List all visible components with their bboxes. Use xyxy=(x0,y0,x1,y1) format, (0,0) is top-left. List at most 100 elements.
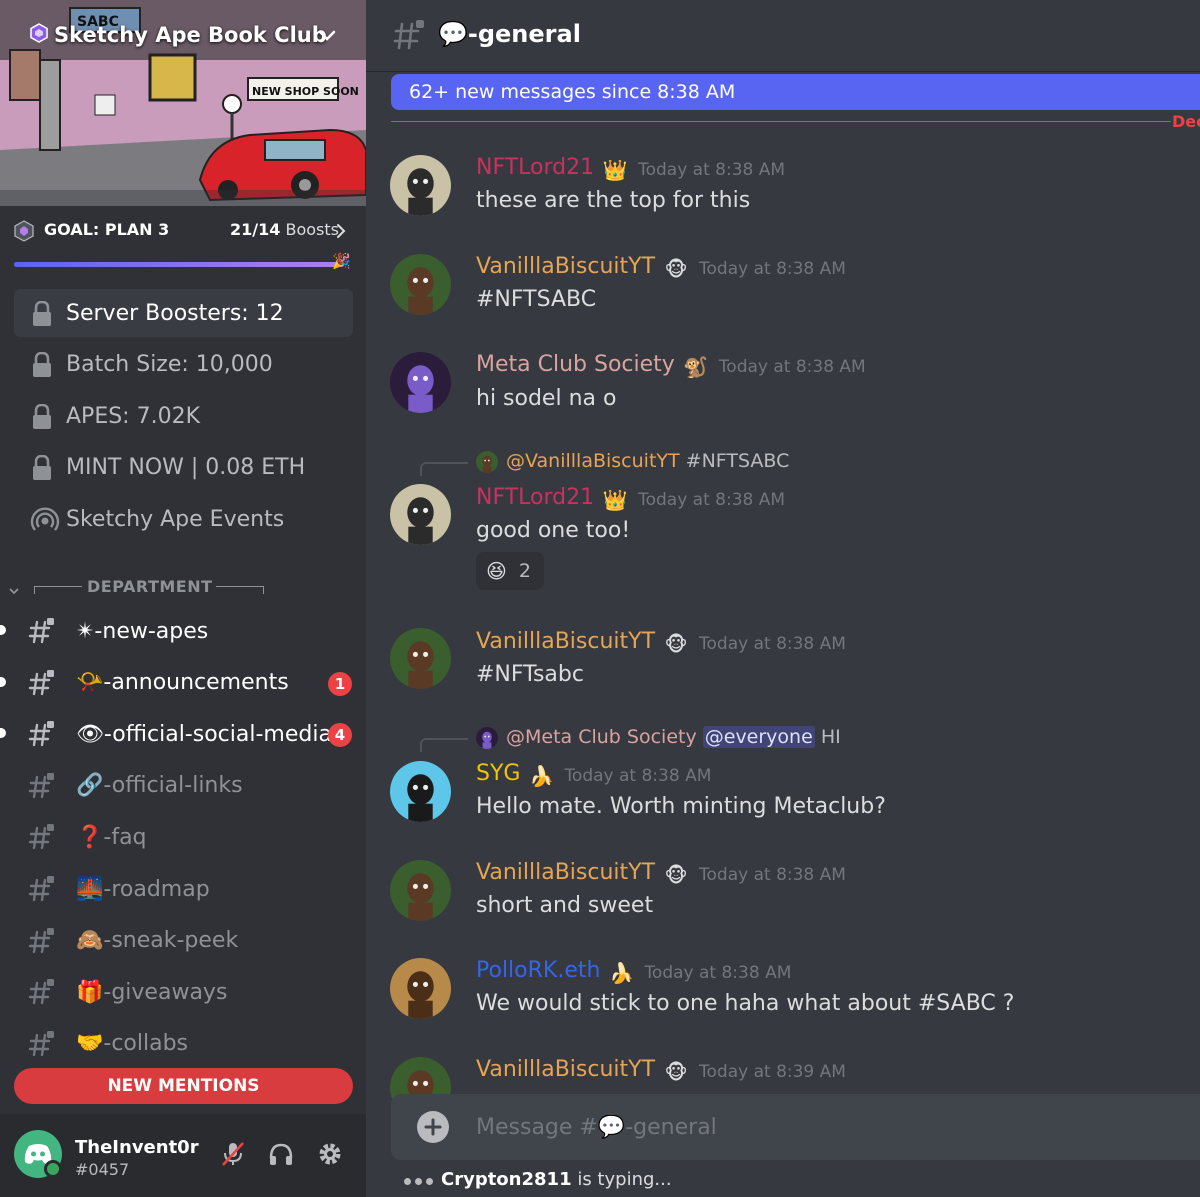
message-author[interactable]: VanilllaBiscuitYT xyxy=(476,254,655,279)
new-messages-divider-label: Dec xyxy=(1172,112,1200,131)
channel-label: 📯-announcements xyxy=(76,670,289,696)
message-timestamp: Today at 8:39 AM xyxy=(699,1062,846,1082)
reaction-button[interactable]: 😆 2 xyxy=(476,552,544,590)
text-channel-icon xyxy=(28,720,56,754)
mute-microphone-button[interactable] xyxy=(216,1137,250,1171)
role-badge-icon: 🐵 xyxy=(664,632,688,656)
message-author[interactable]: NFTLord21 xyxy=(476,155,594,180)
attach-button[interactable] xyxy=(417,1111,449,1143)
reply-author[interactable]: @Meta Club Society xyxy=(506,726,697,748)
reply-connector xyxy=(420,738,468,752)
message-author[interactable]: NFTLord21 xyxy=(476,485,594,510)
info-channel[interactable]: Batch Size: 10,000 xyxy=(14,340,353,388)
message-author[interactable]: VanilllaBiscuitYT xyxy=(476,629,655,654)
typing-dots-icon xyxy=(404,1169,437,1190)
text-channel[interactable]: 🎁-giveaways xyxy=(14,969,353,1015)
reply-avatar[interactable] xyxy=(476,451,498,473)
mention-everyone[interactable]: @everyone xyxy=(702,726,815,748)
avatar[interactable] xyxy=(390,155,451,216)
role-badge-icon: 👑 xyxy=(602,488,628,512)
channel-label: ✴-new-apes xyxy=(76,618,209,644)
message-timestamp: Today at 8:38 AM xyxy=(638,160,786,180)
message-timestamp: Today at 8:38 AM xyxy=(564,766,712,786)
message-timestamp: Today at 8:38 AM xyxy=(699,865,846,885)
channel-title: 💬-general xyxy=(438,20,581,48)
text-channel[interactable]: 🙈-sneak-peek xyxy=(14,918,353,964)
text-channel[interactable]: 🤝-collabs xyxy=(14,1021,353,1067)
text-channel-icon xyxy=(28,772,56,806)
typing-user: Crypton2811 xyxy=(441,1168,572,1190)
lock-icon xyxy=(30,403,54,436)
reaction-count: 2 xyxy=(518,560,531,582)
text-channel-icon xyxy=(28,823,56,857)
status-indicator xyxy=(44,1160,62,1178)
avatar[interactable] xyxy=(390,761,451,822)
party-popper-icon: 🎉 xyxy=(332,252,351,270)
new-messages-banner[interactable]: 62+ new messages since 8:38 AM xyxy=(391,74,1200,110)
avatar[interactable] xyxy=(390,860,451,921)
info-channel[interactable]: Sketchy Ape Events xyxy=(14,495,353,543)
username[interactable]: TheInvent0r xyxy=(75,1137,199,1158)
message-text: #NFTsabc xyxy=(476,662,584,687)
info-channel[interactable]: APES: 7.02K xyxy=(14,392,353,440)
message-timestamp: Today at 8:38 AM xyxy=(699,259,846,279)
mention-badge: 4 xyxy=(328,723,352,748)
banner-shop-sign: NEW SHOP SOON xyxy=(252,85,359,98)
channel-label: 🌉-roadmap xyxy=(76,876,210,902)
message-author[interactable]: VanilllaBiscuitYT xyxy=(476,860,655,885)
message-author[interactable]: VanilllaBiscuitYT xyxy=(476,1057,655,1082)
server-name: Sketchy Ape Book Club xyxy=(54,23,327,47)
channel-label: Sketchy Ape Events xyxy=(66,506,285,532)
avatar[interactable] xyxy=(390,958,451,1019)
text-channel[interactable]: ❓-faq xyxy=(14,814,353,860)
role-badge-icon: 🍌 xyxy=(608,961,634,985)
reply-author[interactable]: @VanilllaBiscuitYT xyxy=(506,450,680,472)
message-text: these are the top for this xyxy=(476,188,751,213)
role-badge-icon: 🐵 xyxy=(664,257,688,281)
message-text: We would stick to one haha what about #S… xyxy=(476,991,1015,1016)
deafen-button[interactable] xyxy=(264,1137,298,1171)
info-channel[interactable]: MINT NOW | 0.08 ETH xyxy=(14,443,353,491)
reply-preview[interactable]: @VanilllaBiscuitYT #NFTSABC xyxy=(506,450,789,472)
role-badge-icon: 🐒 xyxy=(683,355,709,379)
text-channel[interactable]: ✴-new-apes xyxy=(0,608,353,654)
lock-icon xyxy=(30,351,54,384)
channel-label: ❓-faq xyxy=(76,824,147,850)
message-author[interactable]: Meta Club Society xyxy=(476,352,675,377)
message-text: short and sweet xyxy=(476,893,654,918)
avatar[interactable] xyxy=(390,254,451,315)
boost-goal-label: GOAL: PLAN 3 xyxy=(44,220,170,239)
text-channel[interactable]: 👁-official-social-media 4 xyxy=(0,711,353,757)
text-channel[interactable]: 📯-announcements 1 xyxy=(0,660,353,706)
boost-count: 21/14 Boosts xyxy=(230,220,339,239)
chevron-down-icon xyxy=(8,582,20,601)
lock-icon xyxy=(30,454,54,487)
message-author[interactable]: SYG xyxy=(476,761,520,786)
user-settings-button[interactable] xyxy=(313,1137,347,1171)
boost-gem-icon xyxy=(30,23,48,47)
message-input[interactable] xyxy=(476,1106,1176,1148)
text-channel-icon xyxy=(28,978,56,1012)
avatar[interactable] xyxy=(390,352,451,413)
lock-icon xyxy=(30,300,54,333)
reply-text: HI xyxy=(820,726,841,748)
message-timestamp: Today at 8:38 AM xyxy=(644,963,792,983)
text-channel-icon xyxy=(392,18,426,56)
text-channel[interactable]: 🔗-official-links xyxy=(14,763,353,809)
category-label: DEPARTMENT xyxy=(87,577,213,596)
message-author[interactable]: PolloRK.eth xyxy=(476,958,600,983)
text-channel[interactable]: 🌉-roadmap xyxy=(14,866,353,912)
reply-preview[interactable]: @Meta Club Society @everyone HI xyxy=(506,726,841,748)
channel-label: 🙈-sneak-peek xyxy=(76,928,239,954)
new-mentions-button[interactable]: NEW MENTIONS xyxy=(14,1068,353,1104)
info-channel[interactable]: Server Boosters: 12 xyxy=(14,289,353,337)
channel-label: 🤝-collabs xyxy=(76,1031,189,1057)
text-channel-icon xyxy=(28,617,56,651)
reply-avatar[interactable] xyxy=(476,727,498,749)
role-badge-icon: 👑 xyxy=(602,158,628,182)
server-header[interactable]: Sketchy Ape Book Club xyxy=(0,0,366,70)
avatar[interactable] xyxy=(390,484,451,545)
channel-label: APES: 7.02K xyxy=(66,403,200,429)
chevron-down-icon[interactable] xyxy=(316,24,338,50)
avatar[interactable] xyxy=(390,628,451,689)
